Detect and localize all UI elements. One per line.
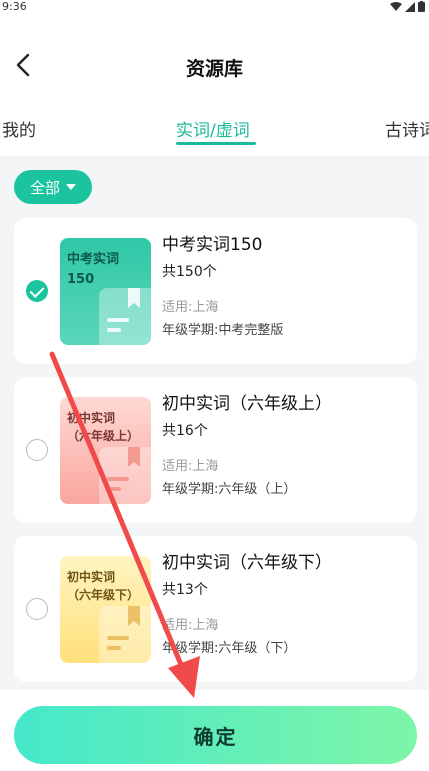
document-icon [99,606,151,663]
tab-ancient-poetry[interactable]: 古诗词 [385,116,429,141]
document-icon [99,447,151,504]
card-count: 共13个 [162,582,208,598]
tab-bar: 我的 实词/虚词 古诗词 [0,110,429,150]
tab-content-words[interactable]: 实词/虚词 [176,116,250,141]
wifi-icon [390,1,402,15]
card-region: 适用:上海 [162,618,219,633]
select-radio[interactable] [26,439,48,461]
status-icons [390,1,425,15]
card-region: 适用:上海 [162,300,219,315]
book-cover: 初中实词 （六年级上） [60,397,151,504]
card-region: 适用:上海 [162,459,219,474]
card-count: 共16个 [162,423,208,439]
cover-text: 中考实词 150 [67,252,120,287]
select-radio[interactable] [26,280,48,302]
book-cover: 初中实词 （六年级下） [60,556,151,663]
resource-list: 全部 中考实词 150 中考实词150 共150个 适用:上海 年级学期:中考完… [0,156,429,690]
cover-text: 初中实词 （六年级上） [67,411,140,443]
signal-icon [405,1,415,15]
caret-down-icon [66,184,76,190]
cover-text: 初中实词 （六年级下） [67,570,140,602]
nav-bar: 资源库 [0,44,429,90]
status-time: 9:36 [2,0,27,13]
resource-card[interactable]: 初中实词 （六年级下） 初中实词（六年级下） 共13个 适用:上海 年级学期:六… [14,536,417,682]
resource-card[interactable]: 初中实词 （六年级上） 初中实词（六年级上） 共16个 适用:上海 年级学期:六… [14,377,417,523]
card-title: 中考实词150 [162,235,263,255]
document-icon [99,288,151,345]
card-count: 共150个 [162,264,217,280]
card-title: 初中实词（六年级下） [162,553,332,573]
page-title: 资源库 [185,58,243,80]
filter-label: 全部 [29,178,60,197]
select-radio[interactable] [26,598,48,620]
card-grade: 年级学期:中考完整版 [162,323,284,338]
battery-icon [418,1,425,15]
card-grade: 年级学期:六年级（下） [162,641,297,656]
active-tab-indicator [176,142,256,145]
resource-card[interactable]: 中考实词 150 中考实词150 共150个 适用:上海 年级学期:中考完整版 [14,218,417,364]
filter-dropdown[interactable]: 全部 [14,170,92,204]
card-grade: 年级学期:六年级（上） [162,482,297,497]
confirm-button[interactable]: 确定 [14,706,417,764]
status-bar: 9:36 [0,0,429,14]
card-title: 初中实词（六年级上） [162,394,332,414]
tab-mine[interactable]: 我的 [2,116,36,141]
book-cover: 中考实词 150 [60,238,151,345]
